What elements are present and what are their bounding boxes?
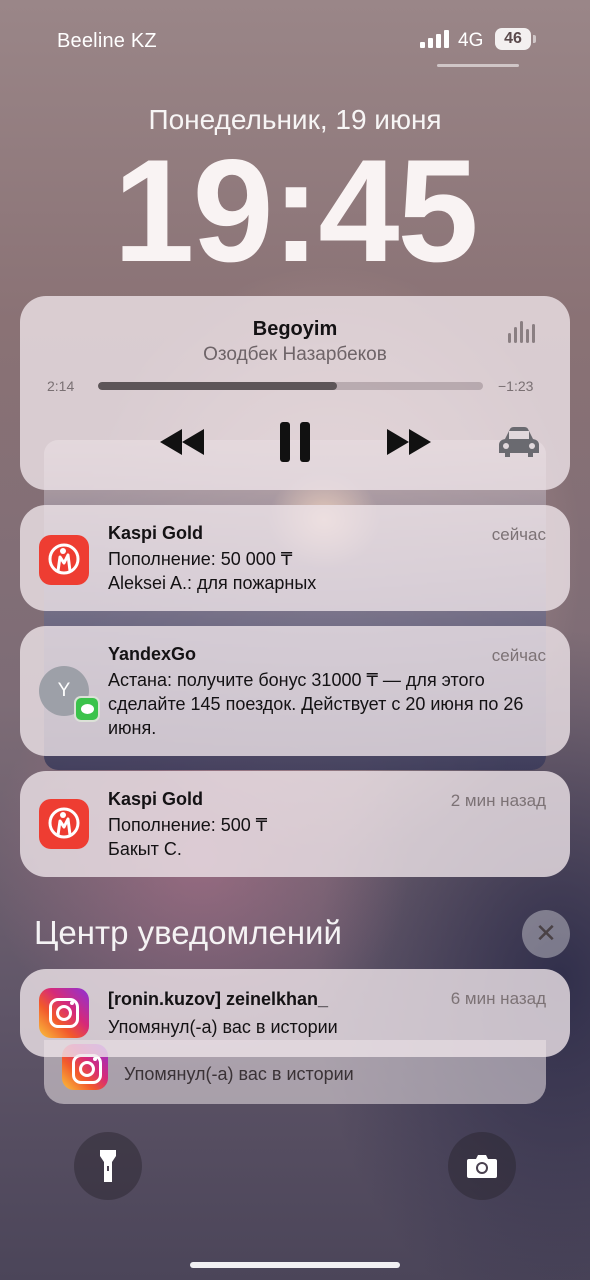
notification-kaspi-2[interactable]: Kaspi Gold 2 мин назад Пополнение: 500 ₸… — [20, 771, 570, 877]
notification-time: сейчас — [491, 646, 546, 665]
notification-center-title: Центр уведомлений — [34, 914, 342, 951]
notification-app-name: Kaspi Gold — [108, 789, 204, 809]
messages-icon — [74, 696, 100, 722]
song-artist: Озодбек Назарбеков — [203, 344, 387, 365]
rewind-icon[interactable] — [155, 422, 209, 462]
notification-line-2: Aleksei A.: для пожарных — [108, 573, 317, 593]
notification-line-2: Бакыт С. — [108, 839, 182, 859]
notification-time: 2 мин назад — [450, 791, 546, 810]
flashlight-button[interactable] — [74, 1132, 142, 1200]
song-title: Begoyim — [252, 318, 338, 340]
elapsed-time: 2:14 — [47, 378, 75, 394]
signal-icon — [420, 30, 450, 48]
network-type: 4G — [458, 30, 484, 51]
notification-kaspi-1[interactable]: Kaspi Gold сейчас Пополнение: 50 000 ₸ A… — [20, 505, 570, 611]
remaining-time: −1:23 — [498, 378, 534, 394]
playback-progress — [98, 382, 337, 390]
notification-body: Астана: получите бонус 31000 ₸ — для это… — [108, 670, 524, 738]
notification-body: Упомянул(-а) вас в истории — [108, 1017, 338, 1037]
notification-title: [ronin.kuzov] zeinelkhan_ — [108, 989, 329, 1009]
camera-button[interactable] — [448, 1132, 516, 1200]
fast-forward-icon[interactable] — [382, 422, 436, 462]
kaspi-icon — [39, 535, 89, 585]
battery-tip — [533, 35, 536, 43]
notification-line-1: Пополнение: 500 ₸ — [108, 815, 268, 835]
battery-icon: 46 — [495, 28, 531, 50]
notification-app-name: YandexGo — [108, 644, 197, 664]
notification-yandexgo[interactable]: Y YandexGo сейчас Астана: получите бонус… — [20, 626, 570, 756]
playback-scrubber[interactable] — [98, 382, 483, 390]
notification-body: Упомянул(-а) вас в истории — [124, 1064, 354, 1084]
control-center-indicator[interactable] — [437, 64, 519, 67]
notification-time: сейчас — [491, 525, 546, 544]
lockscreen-clock: 19:45 — [113, 129, 478, 292]
flashlight-icon — [100, 1150, 116, 1182]
pause-icon[interactable] — [272, 420, 318, 464]
kaspi-icon — [39, 799, 89, 849]
home-indicator[interactable] — [190, 1262, 400, 1268]
car-icon[interactable] — [496, 422, 542, 462]
camera-icon — [467, 1155, 497, 1178]
notification-time: 6 мин назад — [450, 989, 546, 1008]
instagram-icon — [39, 988, 89, 1038]
carrier-name: Beeline KZ — [57, 30, 157, 52]
notification-instagram[interactable]: [ronin.kuzov] zeinelkhan_ 6 мин назад Уп… — [20, 969, 570, 1057]
notification-app-name: Kaspi Gold — [108, 523, 204, 543]
close-icon[interactable]: ✕ — [522, 910, 570, 958]
waveform-icon — [508, 321, 538, 343]
notification-line-1: Пополнение: 50 000 ₸ — [108, 549, 293, 569]
now-playing-widget[interactable]: Begoyim Озодбек Назарбеков 2:14 −1:23 — [20, 296, 570, 490]
